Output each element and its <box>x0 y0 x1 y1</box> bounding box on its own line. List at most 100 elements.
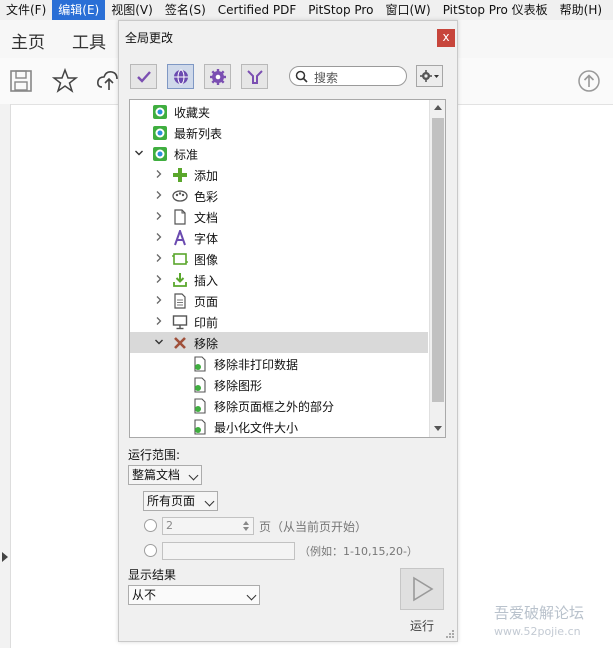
chevron-right-icon[interactable] <box>155 254 163 262</box>
plus-icon <box>173 168 187 182</box>
menu-view[interactable]: 视图(V) <box>105 0 159 20</box>
pages-select[interactable]: 所有页面 <box>143 491 218 511</box>
scope-select[interactable]: 整篇文档 <box>128 465 202 485</box>
resize-grip-icon[interactable] <box>445 629 455 639</box>
chevron-right-icon[interactable] <box>155 296 163 304</box>
scroll-up-arrow-icon[interactable] <box>434 105 442 110</box>
tree-item-remove-outside-pagebox[interactable]: 移除页面框之外的部分 <box>130 395 428 416</box>
watermark-title: 吾爱破解论坛 <box>494 604 585 622</box>
chevron-down-icon <box>246 590 257 601</box>
page-count-radio[interactable] <box>144 519 157 532</box>
tree-item-remove-graphics[interactable]: 移除图形 <box>130 374 428 395</box>
menu-edit[interactable]: 编辑(E) <box>52 0 106 20</box>
tree-item-insert[interactable]: 插入 <box>130 269 428 290</box>
globe-filter-button[interactable] <box>167 64 194 89</box>
tree-scrollbar[interactable] <box>429 100 445 437</box>
star-icon[interactable] <box>52 68 78 94</box>
tree-label: 印前 <box>194 316 219 330</box>
tree-label: 移除图形 <box>214 379 263 393</box>
image-icon <box>172 253 188 265</box>
tree-item-standard[interactable]: 标准 <box>130 143 428 164</box>
tree-label: 文档 <box>194 211 219 225</box>
tree-item-add[interactable]: 添加 <box>130 164 428 185</box>
tree-label: 移除非打印数据 <box>214 358 299 372</box>
dialog-title: 全局更改 <box>125 31 174 45</box>
page-icon <box>174 293 186 309</box>
run-scope-label: 运行范围: <box>128 448 181 462</box>
tree-item-recent[interactable]: 最新列表 <box>130 122 428 143</box>
tree-label: 移除页面框之外的部分 <box>214 400 335 414</box>
tree-label: 色彩 <box>194 190 219 204</box>
chevron-right-icon[interactable] <box>155 275 163 283</box>
chevron-right-icon[interactable] <box>155 170 163 178</box>
menu-sign[interactable]: 签名(S) <box>159 0 212 20</box>
search-input[interactable]: 搜索 <box>289 66 407 86</box>
watermark-url: www.52pojie.cn <box>494 625 581 638</box>
chevron-right-icon[interactable] <box>155 212 163 220</box>
expand-panel-arrow-icon[interactable] <box>2 552 8 562</box>
page-count-suffix: 页（从当前页开始） <box>259 520 368 534</box>
page-count-stepper[interactable]: 2 <box>162 517 254 535</box>
gear-icon <box>209 68 226 85</box>
tree-item-image[interactable]: 图像 <box>130 248 428 269</box>
library-icon <box>153 105 167 119</box>
menu-certified-pdf[interactable]: Certified PDF <box>212 0 303 20</box>
chevron-down-icon <box>204 496 215 507</box>
tree-item-font[interactable]: 字体 <box>130 227 428 248</box>
play-icon <box>413 576 434 602</box>
library-icon <box>153 126 167 140</box>
tree-label: 添加 <box>194 169 219 183</box>
chevron-down-icon[interactable] <box>135 149 143 157</box>
tree-label: 标准 <box>174 148 199 162</box>
gear-filter-button[interactable] <box>204 64 231 89</box>
page-up-icon[interactable] <box>576 68 602 94</box>
tab-home[interactable]: 主页 <box>11 28 45 53</box>
menu-help[interactable]: 帮助(H) <box>554 0 608 20</box>
tree-label: 页面 <box>194 295 219 309</box>
remove-x-icon <box>174 337 186 349</box>
menu-pitstop-dashboard[interactable]: PitStop Pro 仪表板 <box>437 0 554 20</box>
page-range-example: （例如：1-10,15,20-） <box>299 545 418 558</box>
tree-item-prepress[interactable]: 印前 <box>130 311 428 332</box>
stepper-arrows-icon[interactable] <box>242 520 250 532</box>
settings-gear-icon <box>420 70 439 82</box>
menu-window[interactable]: 窗口(W) <box>379 0 436 20</box>
tree-item-minimize-file-size[interactable]: 最小化文件大小 <box>130 416 428 437</box>
checkmark-filter-button[interactable] <box>130 64 157 89</box>
tree-label: 最小化文件大小 <box>214 421 299 435</box>
tree-item-favorites[interactable]: 收藏夹 <box>130 101 428 122</box>
run-button[interactable] <box>400 568 444 610</box>
tree-item-page[interactable]: 页面 <box>130 290 428 311</box>
tab-tools[interactable]: 工具 <box>72 28 106 53</box>
insert-icon <box>173 273 187 287</box>
tree-item-color[interactable]: 色彩 <box>130 185 428 206</box>
show-results-select[interactable]: 从不 <box>128 585 260 605</box>
checkmark-icon <box>136 70 151 83</box>
action-list-tree[interactable]: 收藏夹 最新列表 标准 添加 色彩 文档 字体 图像 插入 页面 印前 移除 移… <box>129 99 446 438</box>
tree-item-document[interactable]: 文档 <box>130 206 428 227</box>
chevron-down-icon[interactable] <box>155 338 163 346</box>
page-count-value: 2 <box>166 519 173 532</box>
tree-item-remove-nonprinting[interactable]: 移除非打印数据 <box>130 353 428 374</box>
tree-label: 字体 <box>194 232 219 246</box>
palette-icon <box>172 190 188 202</box>
save-icon[interactable] <box>8 68 34 94</box>
menu-pitstop-pro[interactable]: PitStop Pro <box>302 0 379 20</box>
page-range-input[interactable] <box>162 542 295 560</box>
tree-label: 收藏夹 <box>174 106 211 120</box>
page-range-radio[interactable] <box>144 544 157 557</box>
action-document-icon <box>194 419 206 435</box>
left-panel-strip[interactable] <box>0 104 11 648</box>
chevron-right-icon[interactable] <box>155 191 163 199</box>
scroll-thumb[interactable] <box>432 118 444 402</box>
monitor-icon <box>172 315 188 330</box>
chevron-right-icon[interactable] <box>155 233 163 241</box>
scroll-down-arrow-icon[interactable] <box>434 426 442 431</box>
chevron-right-icon[interactable] <box>155 317 163 325</box>
close-button[interactable]: x <box>437 29 455 47</box>
settings-dropdown-button[interactable] <box>416 65 443 87</box>
tree-item-remove[interactable]: 移除 <box>130 332 428 353</box>
action-document-icon <box>194 398 206 414</box>
funnel-filter-button[interactable] <box>241 64 268 89</box>
menu-file[interactable]: 文件(F) <box>0 0 52 20</box>
